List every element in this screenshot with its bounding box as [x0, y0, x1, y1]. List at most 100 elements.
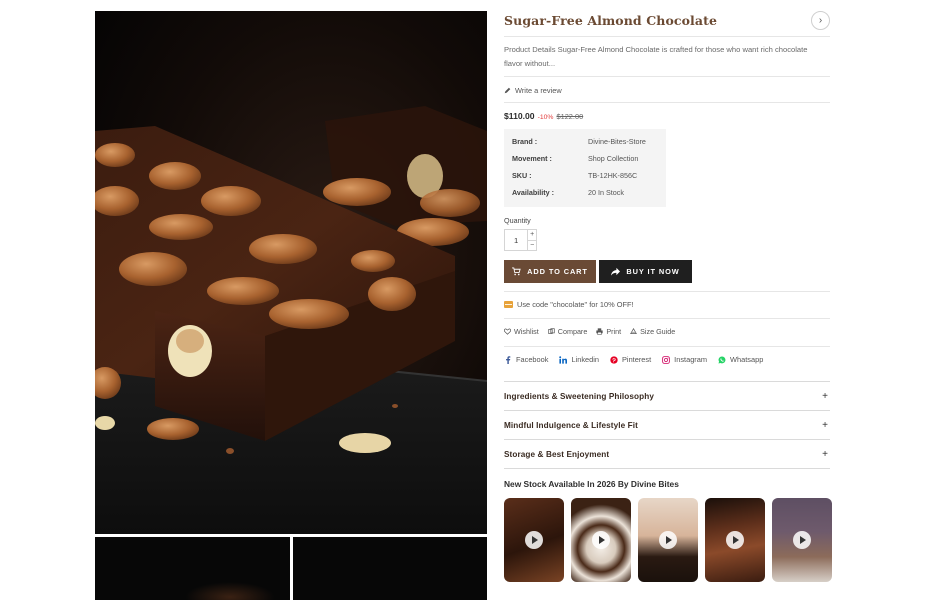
product-specs-table: Brand : Divine-Bites-Store Movement : Sh… [504, 129, 666, 207]
instagram-label: Instagram [674, 355, 708, 364]
spec-value: 20 In Stock [588, 188, 624, 197]
coupon-text: Use code "chocolate" for 10% OFF! [517, 300, 634, 309]
video-card[interactable] [571, 498, 631, 582]
pinterest-label: Pinterest [622, 355, 652, 364]
linkedin-label: Linkedin [571, 355, 599, 364]
current-price: $110.00 [504, 111, 535, 121]
accordion-storage[interactable]: Storage & Best Enjoyment + [504, 439, 830, 468]
cart-icon [512, 267, 521, 276]
video-reel-list [504, 498, 832, 582]
ruler-icon [630, 328, 638, 334]
product-actions: Wishlist Compare Print Size Guide [504, 327, 675, 336]
instagram-icon [662, 355, 671, 364]
size-guide-label: Size Guide [640, 327, 676, 336]
quantity-increase-button[interactable]: + [528, 230, 536, 240]
accordion-ingredients[interactable]: Ingredients & Sweetening Philosophy + [504, 381, 830, 410]
accordion-label: Mindful Indulgence & Lifestyle Fit [504, 420, 638, 430]
spec-row: SKU : TB-12HK-856C [512, 171, 666, 188]
facebook-label: Facebook [516, 355, 549, 364]
chevron-right-icon: › [818, 15, 823, 26]
product-title: Sugar-Free Almond Chocolate [504, 13, 718, 28]
accordion-lifestyle[interactable]: Mindful Indulgence & Lifestyle Fit + [504, 410, 830, 439]
spec-key: Movement : [512, 154, 552, 163]
spec-value: TB-12HK-856C [588, 171, 638, 180]
plus-icon: + [822, 390, 828, 402]
compare-icon [548, 328, 555, 334]
divider [504, 291, 830, 292]
linkedin-icon [559, 355, 568, 364]
spec-value: Shop Collection [588, 154, 639, 163]
coupon-note: Use code "chocolate" for 10% OFF! [504, 300, 634, 309]
price-block: $110.00 -10% $122.00 [504, 111, 583, 121]
buy-now-label: BUY IT NOW [626, 267, 680, 276]
pinterest-icon [610, 355, 618, 364]
share-instagram[interactable]: Instagram [662, 355, 707, 364]
divider [504, 36, 830, 37]
divider [504, 102, 830, 103]
quantity-input[interactable]: 1 [505, 230, 527, 250]
play-icon [592, 531, 610, 549]
share-linkedin[interactable]: Linkedin [559, 355, 599, 364]
quantity-steps: + − [527, 230, 536, 250]
product-main-image[interactable] [95, 11, 487, 534]
divider [504, 318, 830, 319]
next-product-button[interactable]: › [811, 11, 830, 30]
gallery-thumbnails [95, 537, 487, 600]
plus-icon: + [822, 448, 828, 460]
play-icon [525, 531, 543, 549]
gallery-thumbnail[interactable] [292, 537, 487, 600]
video-card[interactable] [772, 498, 832, 582]
print-label: Print [606, 327, 622, 336]
discount-badge: -10% [537, 114, 554, 121]
spec-value: Divine-Bites-Store [588, 137, 646, 146]
write-review-label: Write a review [515, 86, 562, 95]
product-description: Product Details Sugar-Free Almond Chocol… [504, 45, 808, 68]
add-to-cart-button[interactable]: ADD TO CART [504, 260, 596, 283]
accordion-label: Storage & Best Enjoyment [504, 449, 610, 459]
divider [504, 468, 830, 469]
chocolate-bar-photo [95, 11, 487, 534]
spec-key: SKU : [512, 171, 532, 180]
spec-row: Movement : Shop Collection [512, 154, 666, 171]
old-price: $122.00 [556, 112, 584, 121]
quantity-label: Quantity [504, 216, 531, 225]
stock-section-title: New Stock Available In 2026 By Divine Bi… [504, 479, 679, 489]
gallery-thumbnail[interactable] [95, 537, 290, 600]
whatsapp-label: Whatsapp [730, 355, 764, 364]
ticket-icon [504, 301, 513, 308]
print-button[interactable]: Print [596, 327, 621, 336]
size-guide-button[interactable]: Size Guide [630, 327, 675, 336]
spec-key: Brand : [512, 137, 538, 146]
video-card[interactable] [504, 498, 564, 582]
spec-row: Brand : Divine-Bites-Store [512, 137, 666, 154]
divider [504, 76, 830, 77]
write-review-link[interactable]: Write a review [504, 86, 562, 95]
compare-button[interactable]: Compare [548, 327, 588, 336]
quantity-stepper: 1 + − [504, 229, 537, 251]
accordion-label: Ingredients & Sweetening Philosophy [504, 391, 654, 401]
wishlist-button[interactable]: Wishlist [504, 327, 539, 336]
heart-icon [504, 328, 511, 335]
whatsapp-icon [718, 355, 726, 364]
compare-label: Compare [557, 327, 588, 336]
spec-row: Availability : 20 In Stock [512, 188, 666, 205]
video-card[interactable] [705, 498, 765, 582]
share-facebook[interactable]: Facebook [504, 355, 548, 364]
share-whatsapp[interactable]: Whatsapp [718, 355, 763, 364]
play-icon [659, 531, 677, 549]
pencil-icon [504, 87, 511, 94]
facebook-icon [506, 355, 511, 364]
wishlist-label: Wishlist [514, 327, 539, 336]
play-icon [726, 531, 744, 549]
plus-icon: + [822, 419, 828, 431]
printer-icon [596, 328, 603, 335]
play-icon [793, 531, 811, 549]
add-to-cart-label: ADD TO CART [527, 267, 588, 276]
video-card[interactable] [638, 498, 698, 582]
social-share-links: Facebook Linkedin Pinterest Instagram Wh… [504, 355, 763, 364]
share-arrow-icon [611, 267, 621, 276]
buy-now-button[interactable]: BUY IT NOW [599, 260, 692, 283]
quantity-decrease-button[interactable]: − [528, 240, 536, 251]
share-pinterest[interactable]: Pinterest [610, 355, 651, 364]
spec-key: Availability : [512, 188, 555, 197]
